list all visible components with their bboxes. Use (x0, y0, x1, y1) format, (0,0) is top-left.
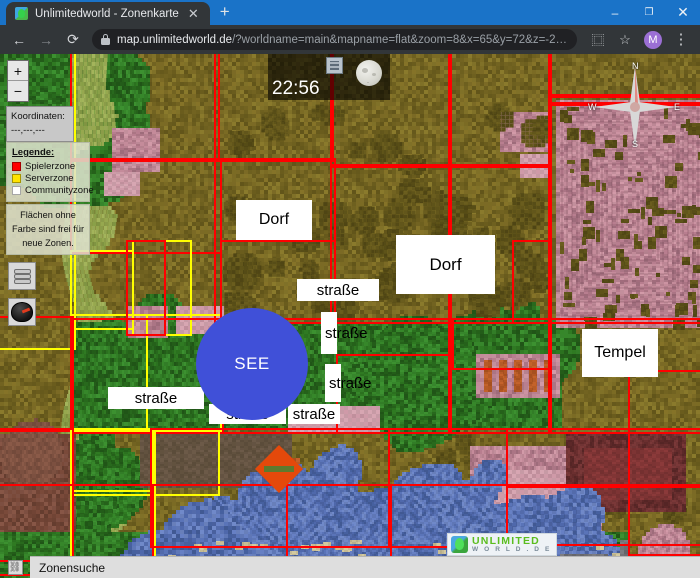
zone-search-label: Zonensuche (39, 560, 106, 575)
legend-title: Legende: (12, 147, 55, 158)
map-label-text: straße (325, 324, 368, 342)
compass-icon (11, 302, 33, 322)
site-logo: UNLIMITED W O R L D . D E (447, 533, 558, 556)
zoom-out-button[interactable]: − (8, 81, 28, 101)
legend-label-spielerzone: Spielerzone (25, 161, 76, 172)
lake-label: SEE (234, 354, 270, 373)
url-text: map.unlimitedworld.de/?worldname=main&ma… (117, 34, 568, 46)
url-host: map.unlimitedworld.de (117, 33, 233, 46)
title-bar: Unlimitedworld - Zonenkarte ✕ + – ❐ ✕ (0, 0, 700, 25)
map-label[interactable]: Dorf (236, 200, 312, 240)
zoom-controls[interactable]: + − (7, 60, 29, 102)
legend-swatch-yellow (12, 174, 21, 183)
legend-swatch-red (12, 162, 21, 171)
browser-toolbar: ← → ⟳ map.unlimitedworld.de/?worldname=m… (0, 25, 700, 54)
compass-north-label: N (632, 61, 639, 71)
moon-icon (356, 60, 382, 86)
coordinates-title: Koordinaten: (11, 111, 65, 122)
compass-rose: N E S W (588, 61, 681, 151)
world-clock: 22:56 (268, 54, 390, 100)
logo-line-1: UNLIMITED (472, 535, 540, 547)
close-tab-icon[interactable]: ✕ (186, 6, 201, 21)
map-viewport[interactable]: DorfDorfstraßestraßestraßestraßestraßest… (0, 54, 700, 578)
new-tab-button[interactable]: + (210, 1, 240, 25)
browser-tab[interactable]: Unlimitedworld - Zonenkarte ✕ (6, 2, 210, 25)
unlimitedworld-favicon (15, 7, 28, 20)
map-label[interactable]: Dorf (396, 235, 495, 294)
legend-item-communityzone: Communityzone (12, 185, 94, 196)
close-window-button[interactable]: ✕ (666, 0, 700, 25)
reload-button[interactable]: ⟳ (61, 28, 85, 52)
layers-button[interactable] (8, 262, 36, 290)
bottom-bar: ⛓ Zonensuche (0, 556, 700, 578)
legend-box: Legende: Spielerzone Serverzone Communit… (6, 142, 94, 202)
block-icon (326, 57, 343, 74)
window-controls: – ❐ ✕ (598, 0, 700, 25)
compass-button[interactable] (8, 298, 36, 326)
legend-label-communityzone: Communityzone (25, 185, 94, 196)
link-button[interactable]: ⛓ (0, 556, 30, 578)
map-label[interactable]: straße (108, 387, 204, 409)
zoom-in-button[interactable]: + (8, 61, 28, 81)
bookmark-star-icon[interactable]: ☆ (613, 28, 637, 52)
clock-time: 22:56 (272, 78, 320, 99)
address-bar[interactable]: map.unlimitedworld.de/?worldname=main&ma… (92, 29, 577, 50)
minimize-button[interactable]: – (598, 0, 632, 25)
legend-item-spielerzone: Spielerzone (12, 161, 84, 172)
forward-button[interactable]: → (34, 28, 58, 52)
browser-window: Unlimitedworld - Zonenkarte ✕ + – ❐ ✕ ← … (0, 0, 700, 578)
tab-title: Unlimitedworld - Zonenkarte (35, 7, 179, 20)
legend-label-serverzone: Serverzone (25, 173, 74, 184)
map-label-text: Dorf (429, 254, 462, 274)
unlimitedworld-cube-icon (451, 536, 468, 553)
legend-note: Flächen ohne Farbe sind frei für neue Zo… (6, 204, 90, 256)
map-label-text: straße (134, 389, 178, 407)
tab-strip: Unlimitedworld - Zonenkarte ✕ + (0, 0, 240, 25)
maximize-button[interactable]: ❐ (632, 0, 666, 25)
legend-swatch-white (12, 186, 21, 195)
map-label[interactable]: straße (297, 279, 379, 301)
browser-menu-icon[interactable]: ⋮ (669, 28, 693, 52)
map-label[interactable]: straße (288, 404, 340, 424)
map-label[interactable]: Tempel (582, 329, 658, 377)
compass-west-label: W (588, 102, 597, 112)
compass-south-label: S (632, 139, 639, 149)
translate-icon[interactable]: ⿴ (586, 28, 610, 52)
map-label-text: straße (292, 405, 336, 423)
back-button[interactable]: ← (7, 28, 31, 52)
logo-line-2: W O R L D . D E (472, 545, 552, 553)
zone-search-panel[interactable]: Zonensuche (30, 556, 700, 578)
url-path: /?worldname=main&mapname=flat&zoom=8&x=6… (232, 33, 568, 46)
map-label-text: Tempel (594, 344, 646, 361)
map-label[interactable]: straße (325, 364, 372, 402)
map-label-text: Dorf (258, 211, 290, 228)
compass-east-label: E (674, 102, 681, 112)
avatar[interactable]: M (644, 30, 662, 49)
lake-marker[interactable]: SEE (196, 308, 308, 420)
map-label-text: straße (316, 281, 360, 299)
link-icon: ⛓ (7, 559, 23, 575)
layers-icon (13, 268, 31, 284)
legend-item-serverzone: Serverzone (12, 173, 84, 184)
secure-lock-icon (101, 34, 110, 45)
map-label-text: straße (329, 374, 372, 392)
coordinates-box: Koordinaten: ---,---,--- (6, 106, 74, 142)
map-label[interactable]: straße (321, 312, 368, 354)
coordinates-value: ---,---,--- (11, 124, 45, 136)
